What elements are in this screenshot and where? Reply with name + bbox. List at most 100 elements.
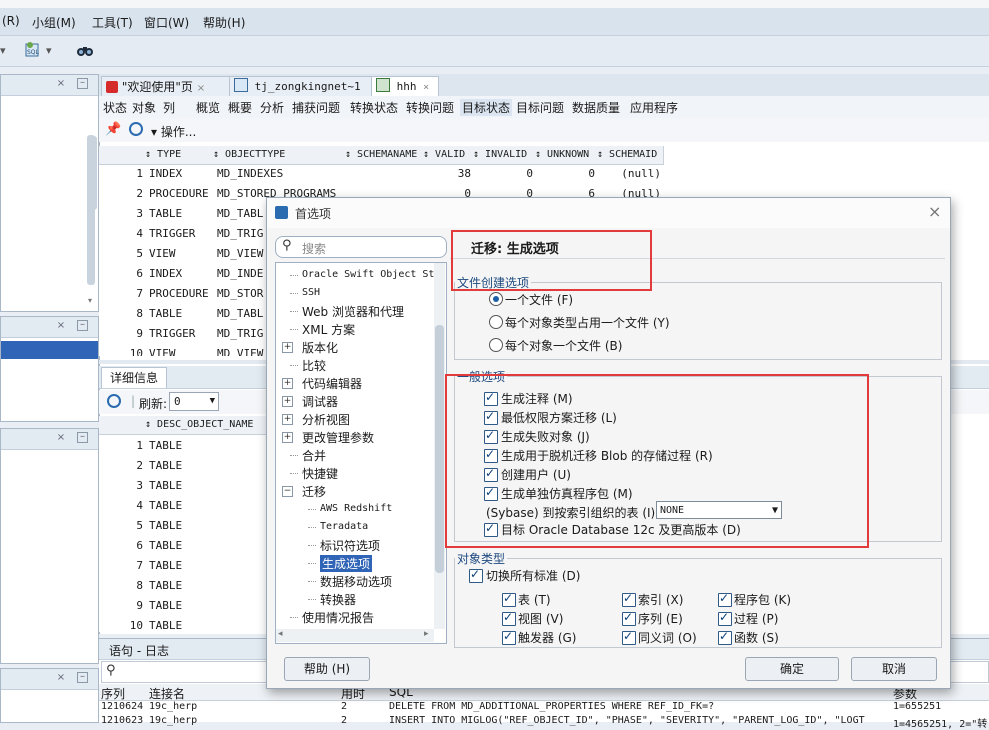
cell-desc-object-name[interactable]: TABLE xyxy=(149,576,265,596)
tree-item[interactable]: 转换器 xyxy=(320,591,356,608)
tree-item[interactable]: Teradata xyxy=(320,521,368,532)
column-header[interactable]: ↕ UNKNOWN xyxy=(535,146,598,165)
scroll-left-icon[interactable]: ◂ xyxy=(278,629,283,639)
cell-type[interactable]: TRIGGER xyxy=(149,324,213,344)
tab-convert-issues[interactable]: 转换问题 xyxy=(406,99,454,116)
h-scrollbar[interactable]: ◂ ▸ xyxy=(276,629,434,642)
tree-item[interactable]: 迁移 xyxy=(302,483,326,500)
tree-item[interactable]: 快捷键 xyxy=(302,465,338,482)
cell-type[interactable]: PROCEDURE xyxy=(149,184,213,204)
collapse-icon[interactable]: − xyxy=(282,486,293,497)
radio-file-per-type[interactable] xyxy=(489,315,503,329)
object-type-checkbox[interactable] xyxy=(622,629,636,645)
cell-invalid[interactable]: 0 xyxy=(473,164,533,184)
expand-icon[interactable]: + xyxy=(282,342,293,353)
cell-type[interactable]: INDEX xyxy=(149,264,213,284)
tree-item[interactable]: 数据移动选项 xyxy=(320,573,392,590)
column-header[interactable]: 连接名 xyxy=(149,685,185,702)
menu-tools[interactable]: 工具(T) xyxy=(92,14,133,31)
scroll-right-icon[interactable]: ▸ xyxy=(424,629,429,639)
object-type-checkbox[interactable] xyxy=(718,629,732,645)
actions-menu[interactable]: ▾ 操作... xyxy=(151,123,196,140)
object-type-checkbox[interactable] xyxy=(622,591,636,607)
selected-row[interactable] xyxy=(1,341,98,359)
refresh-icon[interactable] xyxy=(107,394,121,408)
column-header[interactable]: ↕ SCHEMANAME xyxy=(345,146,424,165)
column-header[interactable]: ↕ OBJECTTYPE xyxy=(213,146,346,165)
close-icon[interactable]: × xyxy=(197,83,205,94)
tab-columns[interactable]: 列 xyxy=(163,99,175,116)
cell-type[interactable]: VIEW xyxy=(149,344,213,356)
cell-desc-object-name[interactable]: TABLE xyxy=(149,516,265,536)
cell-desc-object-name[interactable]: TABLE xyxy=(149,536,265,556)
object-type-checkbox[interactable] xyxy=(502,610,516,626)
minimize-icon[interactable]: – xyxy=(77,320,88,331)
tab-data-quality[interactable]: 数据质量 xyxy=(572,99,620,116)
object-type-checkbox[interactable] xyxy=(502,591,516,607)
cell-schemaid[interactable]: (null) xyxy=(597,164,661,184)
minimize-icon[interactable]: – xyxy=(77,432,88,443)
object-type-checkbox[interactable] xyxy=(718,591,732,607)
tree-item[interactable]: XML 方案 xyxy=(302,321,355,338)
ok-button[interactable]: 确定 xyxy=(745,657,839,681)
tree-item[interactable]: SSH xyxy=(302,287,320,298)
column-header[interactable]: ↕ DESC_OBJECT_NAME xyxy=(145,416,268,435)
expand-icon[interactable]: + xyxy=(282,396,293,407)
tab-detail[interactable]: 详细信息 xyxy=(101,367,168,388)
cell-desc-object-name[interactable]: TABLE xyxy=(149,616,265,632)
scrollbar[interactable] xyxy=(434,263,445,629)
object-type-checkbox[interactable] xyxy=(718,610,732,626)
expand-icon[interactable]: + xyxy=(282,432,293,443)
menu-help[interactable]: 帮助(H) xyxy=(203,14,245,31)
scroll-thumb[interactable] xyxy=(435,325,444,573)
cell-desc-object-name[interactable]: TABLE xyxy=(149,456,265,476)
sql-worksheet-icon[interactable]: SQL xyxy=(24,41,42,59)
tree-item[interactable]: Web 浏览器和代理 xyxy=(302,303,404,320)
tab-status[interactable]: 状态 xyxy=(103,99,127,116)
tab-overview[interactable]: 概览 xyxy=(196,99,220,116)
tree-item[interactable]: 生成选项 xyxy=(320,555,373,572)
tree-item[interactable]: 使用情况报告 xyxy=(302,609,374,626)
tab-convert-status[interactable]: 转换状态 xyxy=(350,99,398,116)
tab-target-issues[interactable]: 目标问题 xyxy=(516,99,564,116)
tab-connection[interactable]: tj_zongkingnet~1 × xyxy=(229,76,375,113)
tab-capture-issues[interactable]: 捕获问题 xyxy=(292,99,340,116)
cell-type[interactable]: TABLE xyxy=(149,204,213,224)
menu-r[interactable]: (R) xyxy=(2,14,20,28)
cell-desc-object-name[interactable]: TABLE xyxy=(149,556,265,576)
tree-item[interactable]: 比较 xyxy=(302,357,326,374)
cell-type[interactable]: TABLE xyxy=(149,304,213,324)
radio-one-file[interactable] xyxy=(489,292,503,306)
dropdown-arrow-icon[interactable]: ▾ xyxy=(0,44,6,57)
refresh-icon[interactable] xyxy=(129,122,143,136)
toggle-all-checkbox[interactable] xyxy=(469,567,483,583)
column-header[interactable]: ↕ VALID xyxy=(423,146,474,165)
close-icon[interactable]: × xyxy=(55,320,67,332)
cell-objecttype[interactable]: MD_INDEXES xyxy=(217,164,345,184)
cell-type[interactable]: VIEW xyxy=(149,244,213,264)
scroll-down-icon[interactable]: ▾ xyxy=(88,296,97,306)
tab-summary[interactable]: 概要 xyxy=(228,99,252,116)
tree-item[interactable]: 更改管理参数 xyxy=(302,429,374,446)
column-header[interactable]: 序列 xyxy=(101,685,125,702)
tree-item[interactable]: Oracle Swift Object St xyxy=(302,269,434,280)
close-icon[interactable]: × xyxy=(55,672,67,684)
close-icon[interactable]: × xyxy=(55,432,67,444)
binoculars-icon[interactable] xyxy=(76,41,94,59)
column-header[interactable]: ↕ SCHEMAID xyxy=(597,146,664,165)
cell-unknown[interactable]: 0 xyxy=(535,164,595,184)
cell-type[interactable]: TRIGGER xyxy=(149,224,213,244)
object-type-checkbox[interactable] xyxy=(622,610,636,626)
tree-item[interactable]: 标识符选项 xyxy=(320,537,380,554)
refresh-interval-select[interactable]: 0 ▼ xyxy=(169,392,219,411)
close-icon[interactable]: × xyxy=(423,82,429,93)
cell-type[interactable]: INDEX xyxy=(149,164,213,184)
help-button[interactable]: 帮助 (H) xyxy=(284,657,370,681)
tree-item[interactable]: 分析视图 xyxy=(302,411,350,428)
radio-file-per-object[interactable] xyxy=(489,338,503,352)
close-icon[interactable]: × xyxy=(55,78,67,90)
minimize-icon[interactable]: – xyxy=(77,672,88,683)
cell-desc-object-name[interactable]: TABLE xyxy=(149,436,265,456)
search-input[interactable]: ⚲ 搜索 xyxy=(275,236,447,258)
cell-desc-object-name[interactable]: TABLE xyxy=(149,596,265,616)
